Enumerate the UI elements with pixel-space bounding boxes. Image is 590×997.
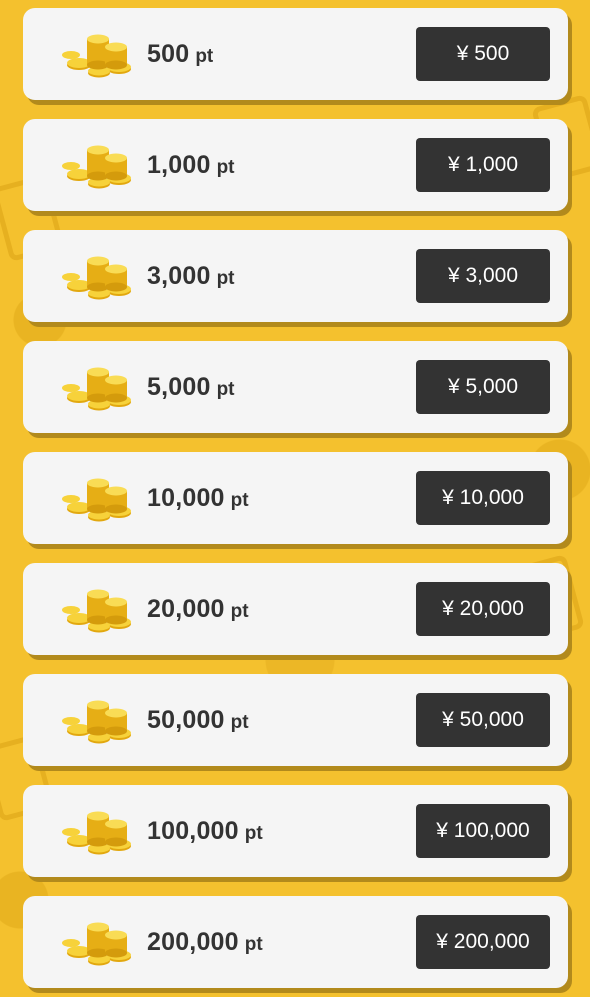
points-value: 1,000 <box>147 150 211 179</box>
point-package-item[interactable]: 5,000 pt ¥ 5,000 <box>23 341 568 433</box>
point-package-item[interactable]: 3,000 pt ¥ 3,000 <box>23 230 568 322</box>
price-button[interactable]: ¥ 3,000 <box>416 249 550 303</box>
points-amount: 20,000 pt <box>147 563 249 655</box>
price-button[interactable]: ¥ 1,000 <box>416 138 550 192</box>
points-unit: pt <box>216 156 235 178</box>
point-package-item[interactable]: 10,000 pt ¥ 10,000 <box>23 452 568 544</box>
price-button[interactable]: ¥ 10,000 <box>416 471 550 525</box>
price-button[interactable]: ¥ 200,000 <box>416 915 550 969</box>
points-amount: 200,000 pt <box>147 896 263 988</box>
price-button[interactable]: ¥ 500 <box>416 27 550 81</box>
coin-stack-icon <box>62 922 131 966</box>
point-package-item[interactable]: 100,000 pt ¥ 100,000 <box>23 785 568 877</box>
points-value: 10,000 <box>147 483 225 512</box>
points-value: 20,000 <box>147 594 225 623</box>
points-unit: pt <box>216 267 235 289</box>
point-package-item[interactable]: 200,000 pt ¥ 200,000 <box>23 896 568 988</box>
points-value: 200,000 <box>147 927 239 956</box>
points-value: 3,000 <box>147 261 211 290</box>
coin-stack-icon <box>62 589 131 633</box>
points-value: 50,000 <box>147 705 225 734</box>
coin-stack-icon <box>62 811 131 855</box>
point-package-item[interactable]: 1,000 pt ¥ 1,000 <box>23 119 568 211</box>
points-amount: 10,000 pt <box>147 452 249 544</box>
points-unit: pt <box>230 489 249 511</box>
coin-stack-icon <box>62 700 131 744</box>
points-unit: pt <box>244 822 263 844</box>
points-unit: pt <box>230 600 249 622</box>
coin-stack-icon <box>62 34 131 78</box>
points-unit: pt <box>244 933 263 955</box>
points-amount: 5,000 pt <box>147 341 235 433</box>
points-amount: 1,000 pt <box>147 119 235 211</box>
points-value: 100,000 <box>147 816 239 845</box>
coin-stack-icon <box>62 367 131 411</box>
point-package-item[interactable]: 50,000 pt ¥ 50,000 <box>23 674 568 766</box>
points-amount: 3,000 pt <box>147 230 235 322</box>
points-value: 5,000 <box>147 372 211 401</box>
points-amount: 500 pt <box>147 8 213 100</box>
point-package-item[interactable]: 500 pt ¥ 500 <box>23 8 568 100</box>
point-package-item[interactable]: 20,000 pt ¥ 20,000 <box>23 563 568 655</box>
points-unit: pt <box>216 378 235 400</box>
points-unit: pt <box>195 45 214 67</box>
price-button[interactable]: ¥ 100,000 <box>416 804 550 858</box>
points-amount: 100,000 pt <box>147 785 263 877</box>
points-value: 500 <box>147 39 190 68</box>
coin-stack-icon <box>62 145 131 189</box>
points-amount: 50,000 pt <box>147 674 249 766</box>
points-unit: pt <box>230 711 249 733</box>
coin-stack-icon <box>62 256 131 300</box>
price-button[interactable]: ¥ 50,000 <box>416 693 550 747</box>
price-button[interactable]: ¥ 20,000 <box>416 582 550 636</box>
coin-stack-icon <box>62 478 131 522</box>
price-button[interactable]: ¥ 5,000 <box>416 360 550 414</box>
